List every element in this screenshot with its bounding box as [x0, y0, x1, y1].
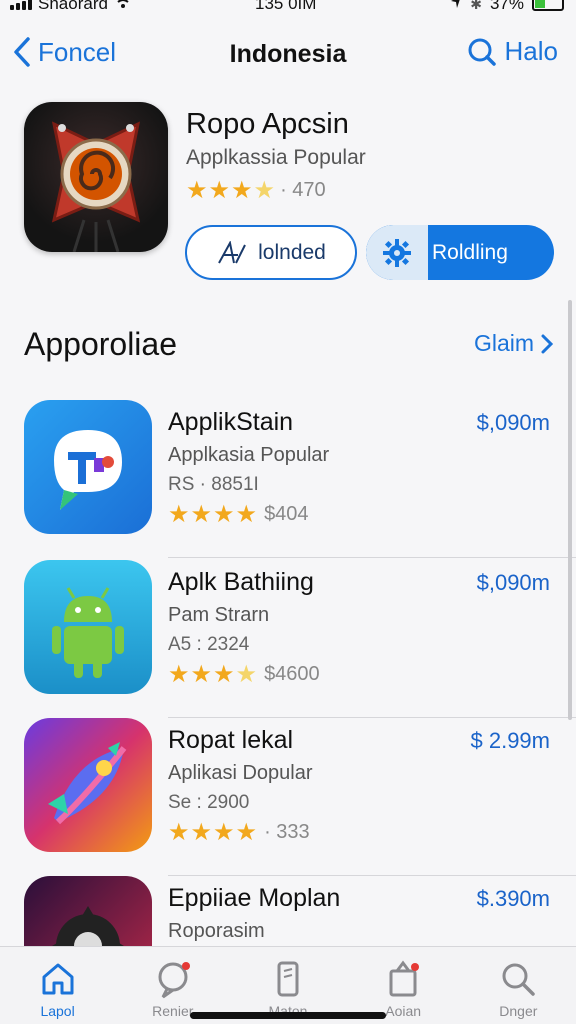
- app-list-item[interactable]: Aplk Bathiing Pam Strarn A5 : 2324 ★★★★ …: [0, 560, 576, 718]
- carrier-label: Snaorard: [38, 0, 108, 13]
- app-list-item[interactable]: Ropat lekal Aplikasi Dopular Se : 2900 ★…: [0, 718, 576, 876]
- home-indicator[interactable]: [190, 1012, 386, 1019]
- divider: [168, 557, 576, 558]
- rocket-app-icon: [24, 718, 152, 852]
- rating-count: $404: [264, 503, 309, 525]
- app-price[interactable]: $.390m: [477, 886, 550, 912]
- android-app-icon: [24, 560, 152, 694]
- app-rating: ★★★★ · 333: [168, 818, 310, 847]
- location-icon: [450, 0, 462, 14]
- chat-app-icon: [24, 400, 152, 534]
- app-subtitle: Aplikasi Dopular: [168, 762, 313, 784]
- chevron-right-icon: [541, 334, 554, 353]
- app-rating: ★★★★ $404: [168, 500, 309, 529]
- scrollbar[interactable]: [568, 300, 572, 720]
- loading-button[interactable]: Roldling: [366, 225, 554, 280]
- app-subtitle: Roporasim: [168, 920, 265, 942]
- app-subtitle: Pam Strarn: [168, 604, 270, 626]
- tab-search[interactable]: Dnger: [468, 947, 568, 1024]
- navigation-bar: Foncel Indonesia Halo: [0, 30, 576, 80]
- search-button[interactable]: Halo: [467, 36, 558, 67]
- app-price[interactable]: $,090m: [477, 410, 550, 436]
- status-time: 135 0IM: [255, 0, 317, 13]
- chat-icon: [158, 962, 190, 999]
- app-name: Ropat lekal: [168, 726, 294, 754]
- tab-label: Lapol: [40, 1003, 75, 1019]
- tab-label: Renier: [152, 1003, 194, 1019]
- app-meta: Se : 2900: [168, 792, 250, 813]
- featured-app-rating: ★★★★ · 470: [186, 176, 326, 205]
- featured-app-name: Ropo Apcsin: [186, 108, 349, 140]
- phone-icon: [277, 961, 299, 997]
- loading-button-label: Roldling: [432, 240, 508, 264]
- tab-home[interactable]: Lapol: [8, 947, 108, 1024]
- app-name: Aplk Bathiing: [168, 568, 314, 596]
- tab-label: Dnger: [499, 1003, 538, 1019]
- battery-percent: 37%: [489, 0, 524, 13]
- section-title: Apporoliae: [24, 326, 177, 362]
- tab-label: Aoian: [385, 1003, 422, 1019]
- wifi-icon: [114, 0, 132, 14]
- app-rating: ★★★★ $4600: [168, 660, 320, 689]
- app-name: ApplikStain: [168, 408, 294, 436]
- app-name: Eppiiae Moplan: [168, 884, 341, 912]
- app-list-item[interactable]: ApplikStain Applkasia Popular RS · 8851I…: [0, 400, 576, 558]
- search-label: Halo: [504, 36, 558, 66]
- featured-app-icon[interactable]: [24, 102, 168, 252]
- featured-app-subtitle: Applkassia Popular: [186, 146, 366, 169]
- rating-count: $4600: [264, 663, 320, 685]
- bag-icon: [389, 960, 420, 997]
- star-rating-icon: ★★★★: [168, 501, 259, 528]
- app-meta: A5 : 2324: [168, 634, 250, 655]
- app-meta: RS · 8851I: [168, 474, 259, 495]
- included-button-label: lolnded: [258, 240, 326, 264]
- bluetooth-icon: ✱: [470, 0, 482, 12]
- battery-icon: [532, 0, 564, 11]
- star-rating-icon: ★★★★: [168, 661, 259, 688]
- app-price[interactable]: $ 2.99m: [471, 728, 551, 754]
- search-icon: [468, 38, 496, 66]
- font-icon: [218, 240, 247, 263]
- status-bar: Snaorard 135 0IM ✱ 37%: [0, 0, 576, 16]
- rating-count: · 470: [280, 179, 326, 201]
- signal-icon: [10, 0, 32, 10]
- gear-icon: [383, 238, 411, 267]
- star-rating-icon: ★★★★: [168, 819, 259, 846]
- see-all-link[interactable]: Glaim: [474, 330, 554, 357]
- included-button[interactable]: lolnded: [185, 225, 357, 280]
- rating-count: · 333: [264, 821, 310, 843]
- app-price[interactable]: $,090m: [477, 570, 550, 596]
- home-icon: [42, 963, 74, 995]
- search-icon: [502, 963, 536, 996]
- see-all-label: Glaim: [473, 330, 534, 356]
- app-subtitle: Applkasia Popular: [168, 444, 330, 466]
- star-rating-icon: ★★★★: [186, 177, 277, 204]
